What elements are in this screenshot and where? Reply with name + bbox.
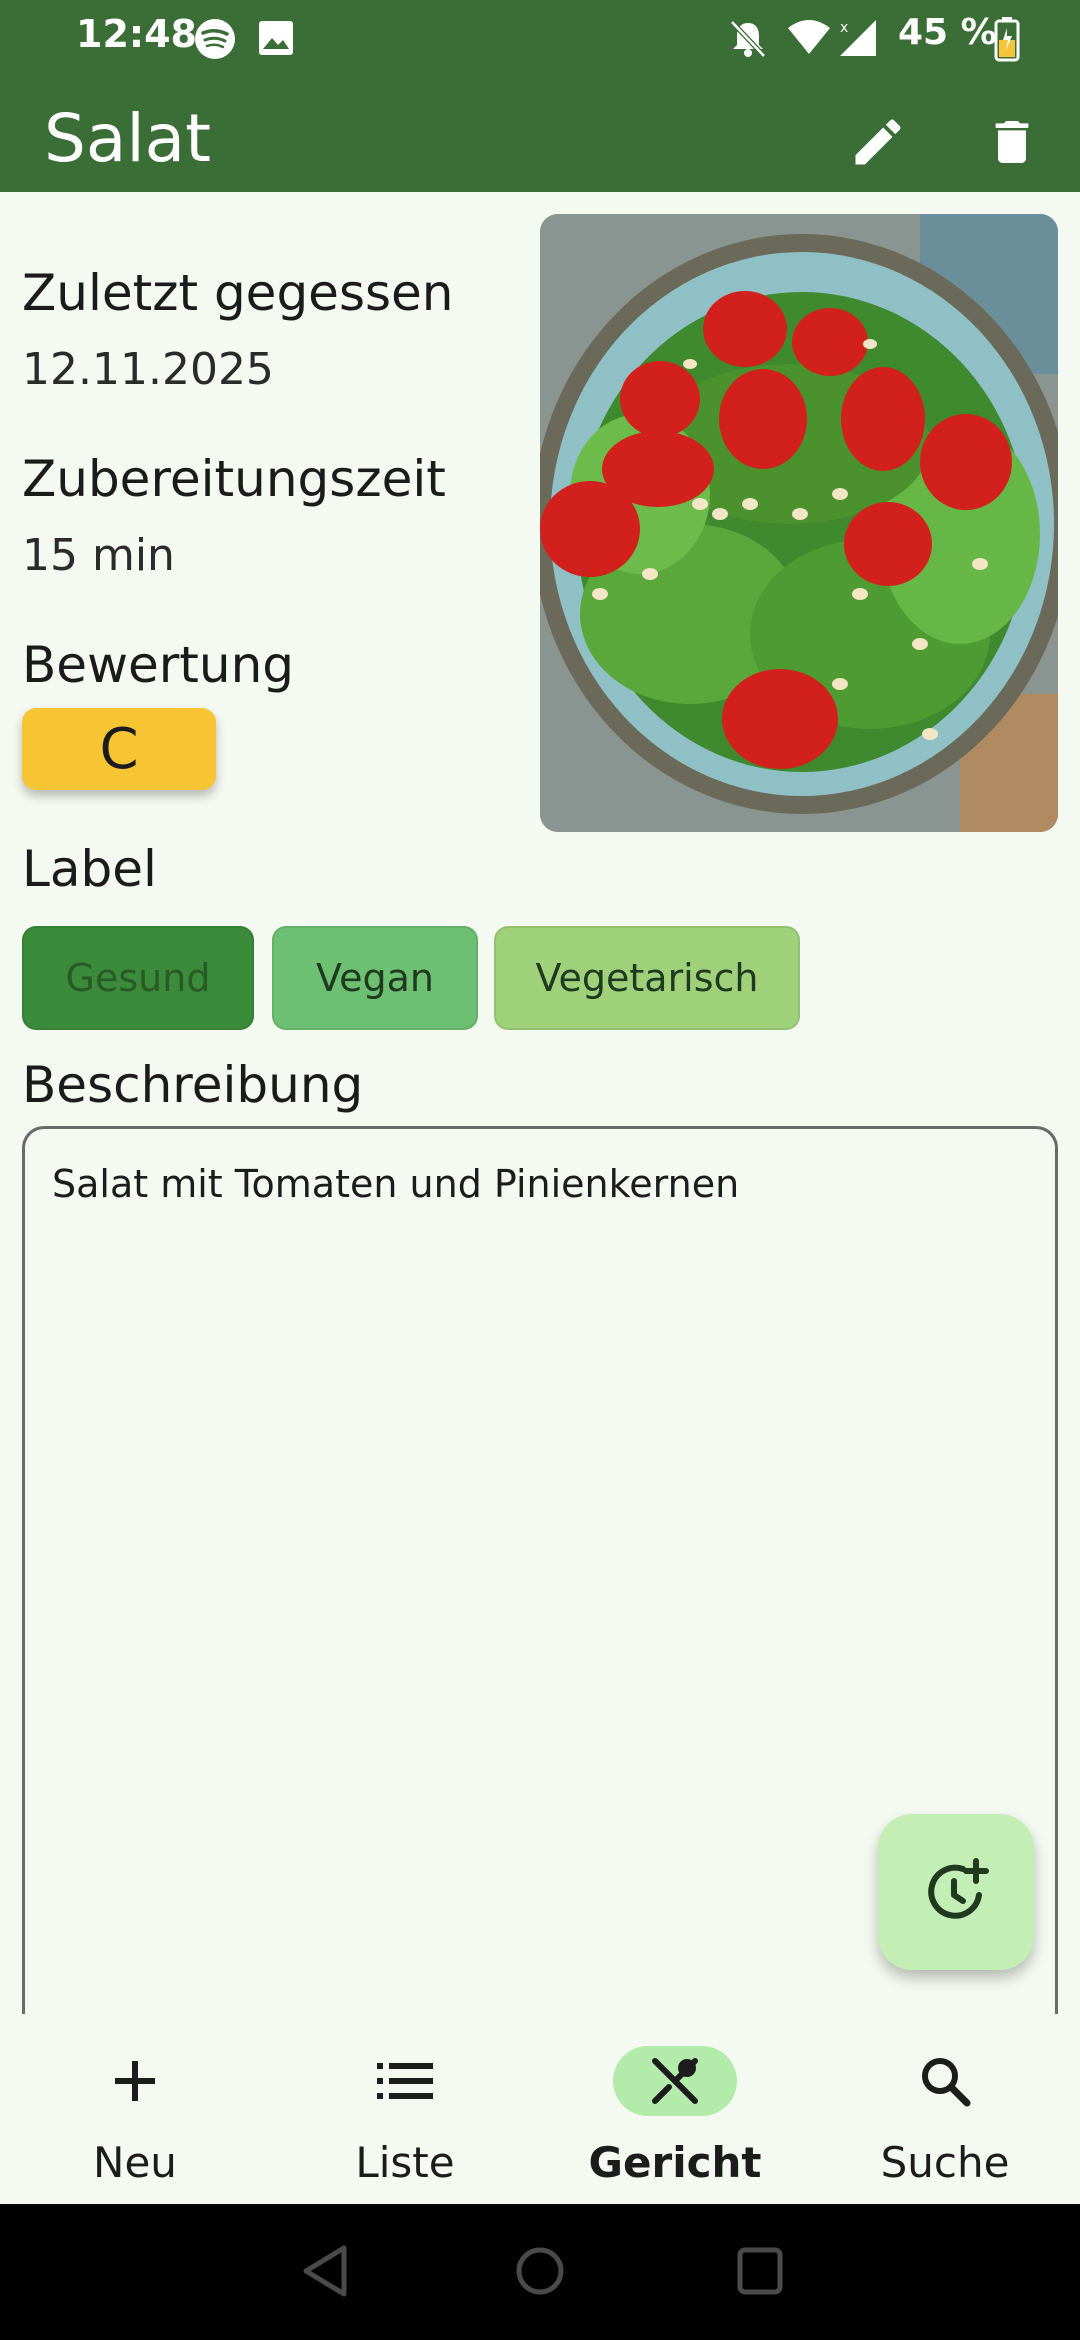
status-bar: 12:48 x 45 % [0, 0, 1080, 80]
back-icon [303, 2245, 347, 2297]
back-button[interactable] [300, 2244, 350, 2302]
list-icon [343, 2046, 467, 2116]
labels-heading: Label [22, 840, 157, 898]
battery-icon [994, 16, 1020, 66]
nav-label: Liste [355, 2138, 455, 2187]
image-icon [256, 18, 296, 62]
nav-suche[interactable]: Suche [810, 2014, 1080, 2204]
home-icon [516, 2247, 564, 2295]
rating-chip[interactable]: C [22, 708, 216, 790]
dish-photo[interactable] [540, 214, 1058, 832]
system-navigation-bar [0, 2204, 1080, 2340]
search-icon [883, 2046, 1007, 2116]
nav-gericht[interactable]: Gericht [540, 2014, 810, 2204]
nav-neu[interactable]: Neu [0, 2014, 270, 2204]
utensils-icon [613, 2046, 737, 2116]
delete-button[interactable] [976, 106, 1048, 178]
bell-off-icon [728, 18, 768, 64]
edit-icon [855, 119, 901, 165]
home-button[interactable] [514, 2244, 566, 2302]
plus-icon [73, 2046, 197, 2116]
prep-time-label: Zubereitungszeit [22, 450, 446, 508]
history-add-icon [928, 1858, 989, 1919]
svg-text:x: x [840, 20, 848, 36]
nav-label: Suche [880, 2138, 1010, 2187]
bottom-navigation: Neu Liste Gericht Suche [0, 2014, 1080, 2204]
spotify-icon [194, 18, 236, 64]
recents-icon [737, 2247, 783, 2295]
battery-percentage: 45 % [898, 12, 997, 53]
last-eaten-label: Zuletzt gegessen [22, 264, 454, 322]
tag-gesund[interactable]: Gesund [22, 926, 254, 1030]
wifi-icon [786, 18, 832, 62]
prep-time-value: 15 min [22, 530, 175, 581]
description-heading: Beschreibung [22, 1056, 364, 1114]
top-bar: 12:48 x 45 % Salat [0, 0, 1080, 192]
nav-liste[interactable]: Liste [270, 2014, 540, 2204]
description-text: Salat mit Tomaten und Pinienkernen [52, 1162, 740, 1206]
signal-icon: x [838, 18, 880, 62]
edit-button[interactable] [842, 106, 914, 178]
last-eaten-value: 12.11.2025 [22, 344, 274, 395]
page-title: Salat [44, 100, 211, 177]
rating-label: Bewertung [22, 636, 294, 694]
status-time: 12:48 [76, 12, 197, 56]
nav-label: Gericht [588, 2138, 762, 2187]
log-eaten-fab[interactable] [878, 1814, 1034, 1970]
delete-icon [995, 121, 1029, 163]
tag-vegan[interactable]: Vegan [272, 926, 478, 1030]
nav-label: Neu [93, 2138, 177, 2187]
tag-vegetarisch[interactable]: Vegetarisch [494, 926, 800, 1030]
recents-button[interactable] [736, 2244, 784, 2302]
